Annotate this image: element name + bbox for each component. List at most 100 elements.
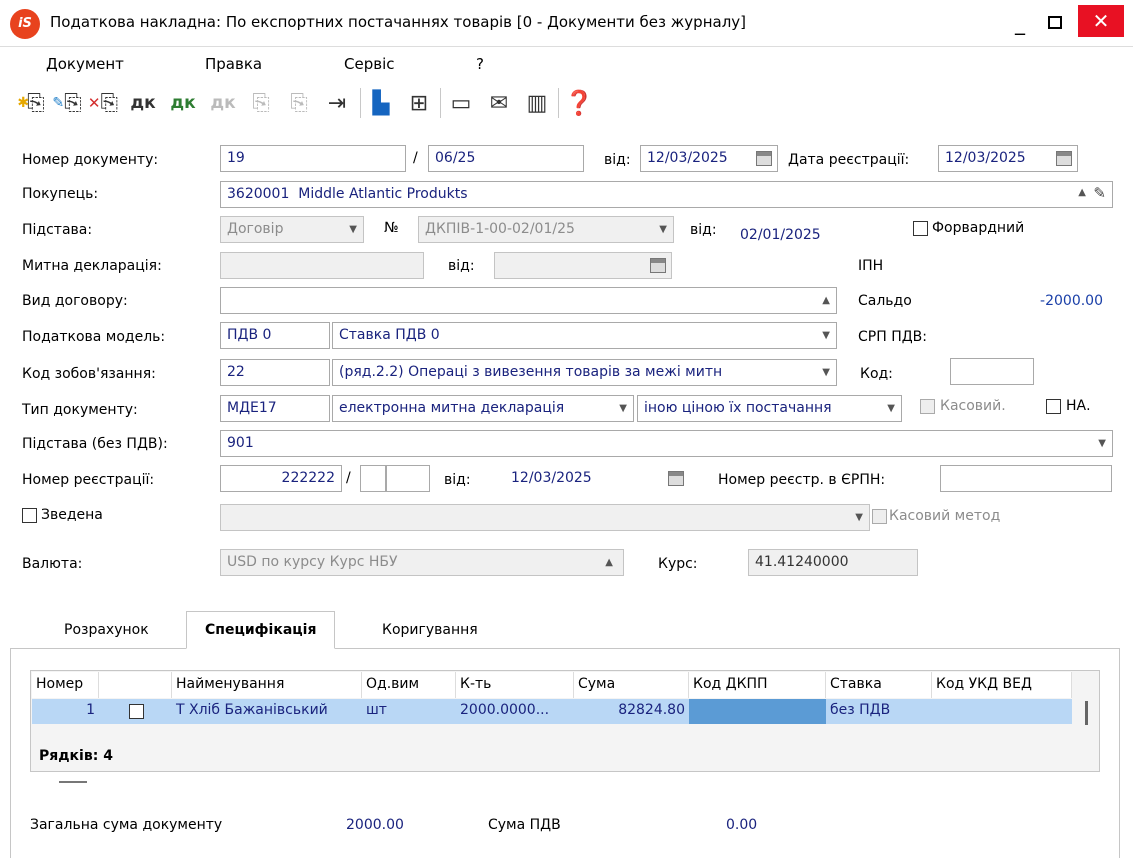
menu-help[interactable]: ? xyxy=(476,55,484,73)
cash-checkbox[interactable] xyxy=(920,399,935,414)
grid-hscroll[interactable] xyxy=(59,781,87,783)
col-ukd[interactable]: Код УКД ВЕД xyxy=(932,672,1072,698)
basis-no-select[interactable]: ДКПІВ-1-00-02/01/25 ▼ xyxy=(418,216,674,243)
obligation-code-input[interactable]: 22 xyxy=(220,359,330,386)
doc-type-code-input[interactable]: МДЕ17 xyxy=(220,395,330,422)
reg-number-part3-input[interactable] xyxy=(386,465,430,492)
code-input[interactable] xyxy=(950,358,1034,385)
summary-select[interactable]: ▼ xyxy=(220,504,870,531)
mail-icon[interactable]: ✉ xyxy=(482,86,516,120)
maximize-icon[interactable] xyxy=(1040,8,1070,38)
calendar-icon[interactable] xyxy=(1056,151,1072,166)
reg-number-label: Номер реєстрації: xyxy=(22,472,155,488)
col-qty[interactable]: К-ть xyxy=(456,672,574,698)
close-icon[interactable]: ✕ xyxy=(1078,5,1124,37)
col-name[interactable]: Найменування xyxy=(172,672,362,698)
menu-edit[interactable]: Правка xyxy=(205,55,262,73)
calendar-icon[interactable] xyxy=(650,258,666,273)
cash-method-label: Касовий метод xyxy=(889,508,1001,524)
tab-calculation[interactable]: Розрахунок xyxy=(46,611,167,649)
delete-doc-icon[interactable]: ✕ ⎘ xyxy=(86,86,120,120)
srp-vat-label: СРП ПДВ: xyxy=(858,329,927,345)
reg-from-date-input[interactable]: 12/03/2025 xyxy=(504,465,690,492)
col-number[interactable]: Номер xyxy=(32,672,99,698)
contract-type-select[interactable]: ▲ xyxy=(220,287,837,314)
menu-service[interactable]: Сервіс xyxy=(344,55,394,73)
rate-input[interactable]: 41.41240000 xyxy=(748,549,918,576)
reg-number-input[interactable]: 222222 xyxy=(220,465,342,492)
col-rate[interactable]: Ставка xyxy=(826,672,932,698)
help-icon[interactable]: ❓ xyxy=(562,86,596,120)
edit-doc-icon[interactable]: ✎ ⎘ xyxy=(50,86,84,120)
doc-date-value: 12/03/2025 xyxy=(647,150,728,166)
chevron-up-icon[interactable]: ▲ xyxy=(605,557,613,568)
buyer-input[interactable]: 3620001 Middle Atlantic Produkts ▲ ✎ xyxy=(220,181,1113,208)
doc-suffix-input[interactable]: 06/25 xyxy=(428,145,584,172)
calendar-icon[interactable] xyxy=(756,151,772,166)
reg-number-part2-input[interactable] xyxy=(360,465,386,492)
cash-label: Касовий. xyxy=(940,398,1006,414)
debit-credit-disabled-icon: дк xyxy=(210,93,236,113)
total-value: 2000.00 xyxy=(346,817,404,833)
erpn-input[interactable] xyxy=(940,465,1112,492)
chevron-up-icon[interactable]: ▲ xyxy=(822,295,830,306)
hierarchy-icon[interactable]: ⊞ xyxy=(402,86,436,120)
customs-label: Митна декларація: xyxy=(22,258,162,274)
na-checkbox[interactable] xyxy=(1046,399,1061,414)
doc-date-input[interactable]: 12/03/2025 xyxy=(640,145,778,172)
debit-credit-add-icon[interactable]: дк xyxy=(164,86,202,120)
tax-model-code-input[interactable]: ПДВ 0 xyxy=(220,322,330,349)
obligation-select[interactable]: (ряд.2.2) Операці з вивезення товарів за… xyxy=(332,359,837,386)
chevron-down-icon[interactable]: ▼ xyxy=(822,330,830,341)
tab-correction[interactable]: Коригування xyxy=(364,611,496,649)
reg-date-input[interactable]: 12/03/2025 xyxy=(938,145,1078,172)
currency-select[interactable]: USD по курсу Курс НБУ ▲ xyxy=(220,549,624,576)
chevron-down-icon[interactable]: ▼ xyxy=(1098,438,1106,449)
col-sum[interactable]: Сума xyxy=(574,672,689,698)
row-checkbox[interactable] xyxy=(129,704,144,719)
rate-label: Курс: xyxy=(658,556,698,572)
new-doc-icon[interactable]: ✱ ⎘ xyxy=(14,86,48,120)
forward-checkbox[interactable] xyxy=(913,221,928,236)
doc-type-select[interactable]: електронна митна декларація ▼ xyxy=(332,395,634,422)
summary-checkbox[interactable] xyxy=(22,508,37,523)
na-label: НА. xyxy=(1066,398,1091,414)
chevron-down-icon[interactable]: ▼ xyxy=(822,367,830,378)
debit-credit-icon[interactable]: дк xyxy=(124,86,162,120)
cash-method-checkbox[interactable] xyxy=(872,509,887,524)
chevron-down-icon[interactable]: ▼ xyxy=(619,403,627,414)
rows-count: Рядків: 4 xyxy=(39,748,113,764)
save-icon[interactable]: ▙ xyxy=(364,86,398,120)
grid-scrollbar[interactable] xyxy=(1085,701,1088,725)
erpn-label: Номер реєстр. в ЄРПН: xyxy=(718,472,886,488)
pencil-icon[interactable]: ✎ xyxy=(1093,184,1106,202)
menu-document[interactable]: Документ xyxy=(46,55,124,73)
col-check[interactable] xyxy=(99,672,172,698)
doc-type-extra-select[interactable]: іною ціною їх постачання ▼ xyxy=(637,395,902,422)
basis-select[interactable]: Договір ▼ xyxy=(220,216,364,243)
tax-model-select[interactable]: Ставка ПДВ 0 ▼ xyxy=(332,322,837,349)
library-icon[interactable]: ▥ xyxy=(520,86,554,120)
doc-number-input[interactable]: 19 xyxy=(220,145,406,172)
chevron-down-icon[interactable]: ▼ xyxy=(855,512,863,523)
tab-specification[interactable]: Специфікація xyxy=(186,611,336,649)
reg-number-slash: / xyxy=(346,470,351,486)
chevron-down-icon[interactable]: ▼ xyxy=(659,224,667,235)
currency-label: Валюта: xyxy=(22,556,83,572)
customs-date-input[interactable] xyxy=(494,252,672,279)
basis-novat-select[interactable]: 901 ▼ xyxy=(220,430,1113,457)
col-unit[interactable]: Од.вим xyxy=(362,672,456,698)
calendar-icon[interactable] xyxy=(668,471,684,486)
code-label: Код: xyxy=(860,366,893,382)
chevron-down-icon[interactable]: ▼ xyxy=(349,224,357,235)
minimize-icon[interactable]: _ xyxy=(1005,8,1035,38)
form-icon[interactable]: ▭ xyxy=(444,86,478,120)
chevron-down-icon[interactable]: ▼ xyxy=(887,403,895,414)
chevron-up-icon[interactable]: ▲ xyxy=(1078,187,1086,198)
copy-icon: ⎘ xyxy=(252,90,270,116)
tax-model-value: Ставка ПДВ 0 xyxy=(339,327,440,343)
row-dkpp[interactable] xyxy=(689,699,826,724)
exit-icon[interactable]: ⇥ xyxy=(320,86,354,120)
col-dkpp[interactable]: Код ДКПП xyxy=(689,672,826,698)
customs-input[interactable] xyxy=(220,252,424,279)
